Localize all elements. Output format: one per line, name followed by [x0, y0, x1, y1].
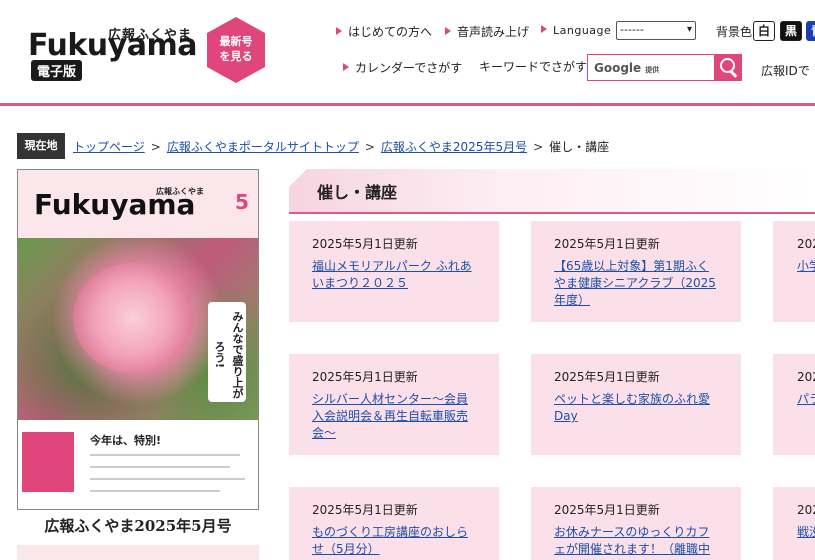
cover-banner: みんなで盛り上がろう!	[208, 302, 246, 402]
event-link[interactable]: シルバー人材センター～会員入会説明会＆再生自転車販売会～	[312, 391, 477, 442]
cover-wordmark: Fukuyama	[34, 188, 196, 221]
google-brand: Google 提供	[594, 61, 659, 75]
event-card: 2025年5月1日更新 小学	[773, 221, 815, 322]
section-header: 催し・講座	[289, 169, 815, 214]
cover-text-line	[90, 466, 230, 468]
event-link[interactable]: 【65歳以上対象】第1期ふくやま健康シニアクラブ（2025年度）	[554, 258, 719, 309]
site-logo[interactable]: 広報ふくやま Fukuyama 電子版	[28, 20, 197, 81]
logo-badge: 電子版	[31, 60, 83, 81]
breadcrumb-link-top[interactable]: トップページ	[73, 140, 145, 154]
chevron-down-icon: ▾	[686, 24, 692, 35]
event-date: 2025年5月1日更新	[312, 237, 418, 251]
search-input[interactable]: Google 提供	[587, 54, 714, 81]
breadcrumb-separator: >	[364, 140, 375, 154]
nav-calendar[interactable]: カレンダーでさがす	[343, 59, 462, 76]
event-card: 2025年5月1日更新 お休みナースのゆっくりカフェが開催されます！（離職中の看…	[531, 487, 741, 560]
event-date: 2025年5月1日更新	[554, 237, 660, 251]
breadcrumb-link-portal[interactable]: 広報ふくやまポータルサイトトップ	[167, 140, 359, 154]
nav-calendar-label: カレンダーでさがす	[355, 61, 463, 75]
event-link[interactable]: パラ	[797, 391, 815, 408]
nav-read-aloud-label: 音声読み上げ	[457, 25, 530, 39]
language-select-value: ------	[620, 23, 644, 36]
event-card: 2025年5月1日更新 シルバー人材センター～会員入会説明会＆再生自転車販売会～	[289, 354, 499, 455]
event-date: 2025年5月1日更新	[312, 503, 418, 517]
rose-illustration	[73, 263, 193, 373]
event-date: 2025年5月1日更新	[554, 370, 660, 384]
left-menu-bar	[17, 545, 259, 560]
bg-black-button[interactable]: 黒	[780, 21, 802, 41]
event-link[interactable]: 戦没	[797, 524, 815, 541]
event-date: 2025年5月1日更新	[797, 237, 815, 251]
event-card: 2025年5月1日更新 福山メモリアルパーク ふれあいまつり２０２５	[289, 221, 499, 322]
event-date: 2025年5月1日更新	[312, 370, 418, 384]
event-card: 2025年5月1日更新 【65歳以上対象】第1期ふくやま健康シニアクラブ（202…	[531, 221, 741, 322]
event-link[interactable]: ペットと楽しむ家族のふれ愛Day	[554, 391, 719, 425]
nav-first-time-label: はじめての方へ	[348, 25, 433, 39]
google-brand-text: Google	[594, 61, 642, 75]
arrow-right-icon	[343, 63, 349, 71]
event-date: 2025年5月1日更新	[797, 503, 815, 517]
nav-language-label: Language	[553, 24, 612, 37]
event-date: 2025年5月1日更新	[554, 503, 660, 517]
event-link[interactable]: ものづくり工房講座のおしらせ（5月分）	[312, 524, 477, 558]
breadcrumb: トップページ > 広報ふくやまポータルサイトトップ > 広報ふくやま2025年5月号 > 催…	[73, 138, 609, 155]
cover-masthead: 広報ふくやま Fukuyama 5	[18, 170, 258, 238]
nav-first-time[interactable]: はじめての方へ	[336, 23, 432, 40]
cover-text-line	[90, 454, 240, 456]
cover-text-line	[90, 478, 245, 480]
event-card: 2025年5月1日更新 パラ	[773, 354, 815, 455]
bg-white-button[interactable]: 白	[753, 21, 775, 41]
search-icon-handle	[729, 70, 738, 78]
event-link[interactable]: 小学	[797, 258, 815, 275]
search-button[interactable]	[714, 54, 742, 81]
event-link[interactable]: 福山メモリアルパーク ふれあいまつり２０２５	[312, 258, 477, 292]
breadcrumb-link-issue[interactable]: 広報ふくやま2025年5月号	[381, 140, 527, 154]
arrow-right-icon	[445, 27, 451, 35]
cover-rose-mosaic: みんなで盛り上がろう!	[18, 238, 258, 420]
event-card: 2025年5月1日更新 ペットと楽しむ家族のふれ愛Day	[531, 354, 741, 455]
header-divider	[0, 103, 815, 106]
cover-contents-tag	[22, 432, 74, 492]
breadcrumb-current: 催し・講座	[549, 140, 610, 154]
arrow-right-icon	[336, 27, 342, 35]
breadcrumb-separator: >	[150, 140, 161, 154]
breadcrumb-separator: >	[533, 140, 544, 154]
breadcrumb-label: 現在地	[17, 133, 65, 159]
section-title: 催し・講座	[317, 183, 398, 202]
corner-notch	[289, 169, 307, 187]
language-select[interactable]: ------ ▾	[616, 21, 696, 40]
logo-wordmark: Fukuyama	[28, 28, 197, 63]
event-link[interactable]: お休みナースのゆっくりカフェが開催されます！（離職中の看護職の方へ）	[554, 524, 719, 560]
nav-read-aloud[interactable]: 音声読み上げ	[445, 23, 529, 40]
issue-cover-image[interactable]: 広報ふくやま Fukuyama 5 みんなで盛り上がろう! 今年は、特別!	[17, 169, 259, 510]
cover-text-line	[90, 490, 220, 492]
google-brand-sub: 提供	[645, 66, 660, 74]
bg-color-label: 背景色	[716, 25, 753, 39]
arrow-right-icon	[541, 25, 547, 33]
cover-issue-number: 5	[235, 190, 249, 214]
nav-language: Language	[541, 24, 611, 37]
site-header: 広報ふくやま Fukuyama 電子版 最新号 を見る はじめての方へ 音声読み…	[0, 0, 815, 104]
event-card: 2025年5月1日更新 戦没	[773, 487, 815, 560]
latest-issue-button[interactable]: 最新号 を見る	[207, 17, 265, 83]
cover-caption[interactable]: 広報ふくやま2025年5月号	[17, 515, 259, 536]
event-card: 2025年5月1日更新 ものづくり工房講座のおしらせ（5月分）	[289, 487, 499, 560]
event-date: 2025年5月1日更新	[797, 370, 815, 384]
bg-blue-button[interactable]: 青	[806, 21, 815, 41]
cover-headline: 今年は、特別!	[90, 434, 162, 447]
keyword-search-label: キーワードでさがす	[479, 60, 588, 74]
cover-contents: 今年は、特別!	[18, 420, 258, 509]
koho-id-search-label: 広報IDで	[761, 64, 810, 78]
latest-issue-label: 最新号 を見る	[219, 35, 253, 63]
